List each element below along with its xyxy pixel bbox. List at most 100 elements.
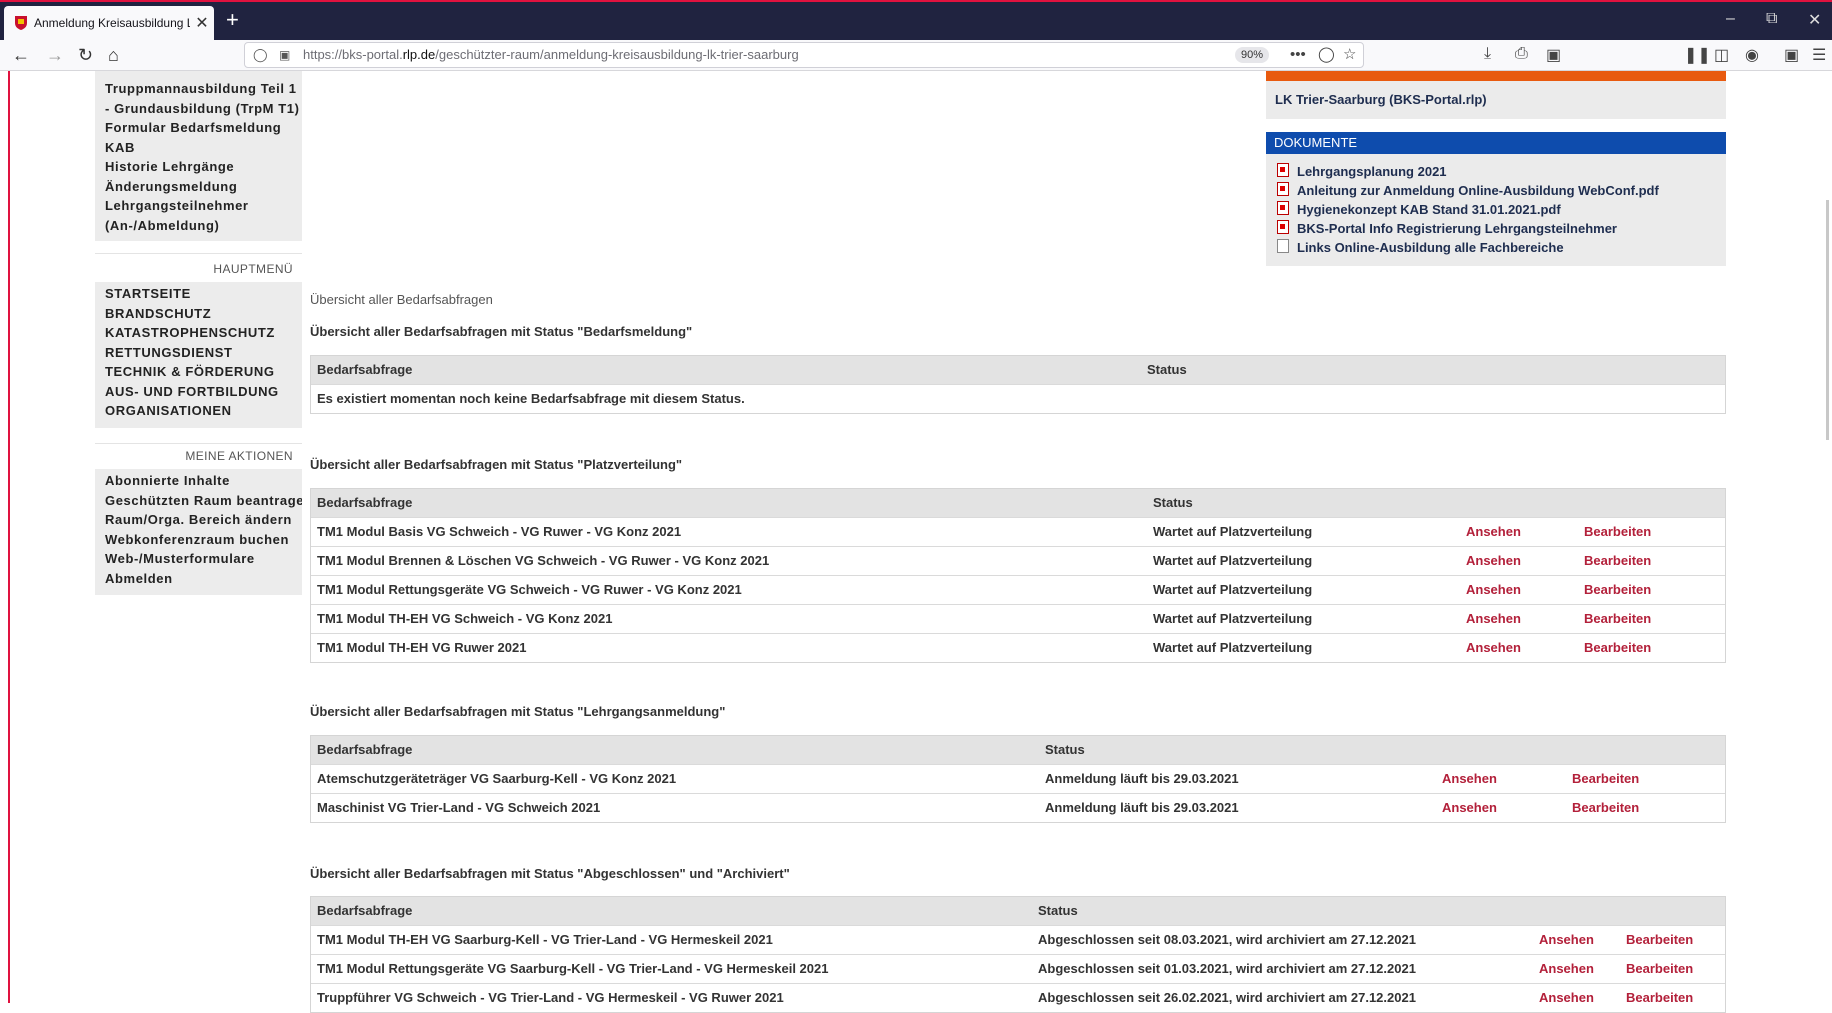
divider [95, 443, 302, 444]
empty-message: Es existiert momentan noch keine Bedarfs… [317, 391, 745, 406]
sidebar-item-aenderung[interactable]: Änderungsmeldung [95, 177, 302, 197]
table-abgeschlossen: Bedarfsabfrage Status TM1 Modul TH-EH VG… [310, 896, 1726, 1013]
page-title: Übersicht aller Bedarfsabfragen [310, 292, 493, 307]
table-bedarfsmeldung: Bedarfsabfrage Status Es existiert momen… [310, 355, 1726, 414]
pdf-icon [1277, 182, 1289, 196]
action-musterformulare[interactable]: Web-/Musterformulare [95, 549, 302, 569]
home-icon[interactable]: ⌂ [108, 44, 119, 66]
star-icon[interactable]: ☆ [1343, 43, 1356, 67]
sidebar-item-truppmann[interactable]: Truppmannausbildung Teil 1 [95, 79, 302, 99]
edit-link[interactable]: Bearbeiten [1572, 794, 1639, 822]
row-name: Atemschutzgeräteträger VG Saarburg-Kell … [317, 771, 677, 786]
url-text[interactable]: https://bks-portal.rlp.de/geschützter-ra… [303, 43, 799, 67]
menu-item-brandschutz[interactable]: BRANDSCHUTZ [95, 304, 302, 324]
menu-item-technik[interactable]: TECHNIK & FÖRDERUNG [95, 362, 302, 382]
sidebar-item-anmeldung[interactable]: (An-/Abmeldung) [95, 216, 302, 236]
sidebar-item-truppmann-cont[interactable]: - Grundausbildung (TrpM T1) [95, 99, 302, 119]
table-platzverteilung: Bedarfsabfrage Status TM1 Modul Basis VG… [310, 488, 1726, 663]
library-icon[interactable]: ❚❚ [1684, 45, 1711, 65]
edit-link[interactable]: Bearbeiten [1572, 765, 1639, 793]
window-border [8, 71, 10, 1003]
document-link[interactable]: Links Online-Ausbildung alle Fachbereich… [1277, 239, 1564, 255]
pocket-icon[interactable]: ◯ [1318, 43, 1335, 67]
navigation-bar: ← → ↻ ⌂ ◯ ▣ https://bks-portal.rlp.de/ge… [0, 40, 1832, 71]
edit-link[interactable]: Bearbeiten [1584, 605, 1651, 633]
aktionen-menu: Abonnierte Inhalte Geschützten Raum bean… [95, 469, 302, 595]
row-name: TM1 Modul TH-EH VG Saarburg-Kell - VG Tr… [317, 932, 773, 947]
forward-icon[interactable]: → [46, 44, 64, 66]
edit-link[interactable]: Bearbeiten [1584, 518, 1651, 546]
action-abonnierte-inhalte[interactable]: Abonnierte Inhalte [95, 471, 302, 491]
row-name: TM1 Modul TH-EH VG Ruwer 2021 [317, 640, 527, 655]
sidebar-item-formular-cont[interactable]: KAB [95, 138, 302, 158]
view-link[interactable]: Ansehen [1466, 605, 1521, 633]
row-status: Abgeschlossen seit 08.03.2021, wird arch… [1038, 932, 1416, 947]
menu-item-startseite[interactable]: STARTSEITE [95, 284, 302, 304]
view-link[interactable]: Ansehen [1539, 955, 1594, 983]
sidebar-item-teilnehmer[interactable]: Lehrgangsteilnehmer [95, 196, 302, 216]
view-link[interactable]: Ansehen [1466, 547, 1521, 575]
shield-icon[interactable]: ◯ [253, 43, 268, 67]
extensions-icon[interactable]: ▣ [1784, 45, 1799, 65]
action-webkonferenz[interactable]: Webkonferenzraum buchen [95, 530, 302, 550]
new-tab-icon[interactable]: + [226, 8, 239, 32]
close-window-icon[interactable]: ✕ [1808, 10, 1821, 30]
col-bedarfsabfrage: Bedarfsabfrage [317, 495, 413, 510]
document-link[interactable]: Hygienekonzept KAB Stand 31.01.2021.pdf [1277, 201, 1561, 217]
action-raum-beantragen[interactable]: Geschützten Raum beantragen [95, 491, 302, 511]
aktionen-heading: MEINE AKTIONEN [185, 449, 293, 463]
scrollbar[interactable] [1826, 200, 1829, 440]
edit-link[interactable]: Bearbeiten [1584, 634, 1651, 662]
view-link[interactable]: Ansehen [1466, 518, 1521, 546]
action-bereich-aendern[interactable]: Raum/Orga. Bereich ändern [95, 510, 302, 530]
tab-close-icon[interactable]: ✕ [190, 13, 214, 33]
account-icon[interactable]: ◉ [1745, 45, 1759, 65]
minimize-icon[interactable]: – [1726, 10, 1735, 28]
col-status: Status [1153, 495, 1193, 510]
sidebar-item-formular[interactable]: Formular Bedarfsmeldung [95, 118, 302, 138]
url-bar[interactable]: ◯ ▣ https://bks-portal.rlp.de/geschützte… [244, 42, 1364, 68]
row-status: Abgeschlossen seit 01.03.2021, wird arch… [1038, 961, 1416, 976]
document-link[interactable]: Lehrgangsplanung 2021 [1277, 163, 1447, 179]
action-abmelden[interactable]: Abmelden [95, 569, 302, 589]
edit-link[interactable]: Bearbeiten [1584, 547, 1651, 575]
menu-item-ausbildung[interactable]: AUS- UND FORTBILDUNG [95, 382, 302, 402]
document-link[interactable]: Anleitung zur Anmeldung Online-Ausbildun… [1277, 182, 1659, 198]
pdf-icon [1277, 163, 1289, 177]
view-link[interactable]: Ansehen [1466, 576, 1521, 604]
zoom-level[interactable]: 90% [1235, 47, 1270, 63]
tab-bar: Anmeldung Kreisausbildung LK ✕ + – ⧉ ✕ [0, 0, 1832, 40]
view-link[interactable]: Ansehen [1539, 984, 1594, 1012]
table-header: Bedarfsabfrage Status [311, 489, 1725, 517]
view-link[interactable]: Ansehen [1539, 926, 1594, 954]
view-link[interactable]: Ansehen [1442, 794, 1497, 822]
sidebar-item-historie[interactable]: Historie Lehrgänge [95, 157, 302, 177]
edit-link[interactable]: Bearbeiten [1626, 955, 1693, 983]
col-bedarfsabfrage: Bedarfsabfrage [317, 742, 413, 757]
downloads-icon[interactable]: ⤓ [1484, 45, 1491, 63]
section-title-bedarfsmeldung: Übersicht aller Bedarfsabfragen mit Stat… [310, 324, 693, 339]
menu-item-organisationen[interactable]: ORGANISATIONEN [95, 401, 302, 421]
table-row: Truppführer VG Schweich - VG Trier-Land … [311, 983, 1725, 1012]
sidebar-icon[interactable]: ◫ [1714, 45, 1729, 65]
row-status: Wartet auf Platzverteilung [1153, 582, 1313, 597]
view-link[interactable]: Ansehen [1466, 634, 1521, 662]
restore-icon[interactable]: ⧉ [1766, 10, 1777, 28]
edit-link[interactable]: Bearbeiten [1626, 984, 1693, 1012]
screenshot-icon[interactable]: ▣ [1546, 45, 1561, 65]
print-icon[interactable]: ⎙ [1515, 45, 1528, 63]
reload-icon[interactable]: ↻ [78, 44, 93, 66]
view-link[interactable]: Ansehen [1442, 765, 1497, 793]
edit-link[interactable]: Bearbeiten [1626, 926, 1693, 954]
row-name: TM1 Modul Brennen & Löschen VG Schweich … [317, 553, 770, 568]
document-link[interactable]: BKS-Portal Info Registrierung Lehrgangst… [1277, 220, 1617, 236]
link-lk-trier-saarburg[interactable]: LK Trier-Saarburg (BKS-Portal.rlp) [1275, 92, 1487, 107]
edit-link[interactable]: Bearbeiten [1584, 576, 1651, 604]
more-icon[interactable]: ••• [1290, 43, 1306, 67]
back-icon[interactable]: ← [12, 44, 30, 66]
menu-item-katastrophenschutz[interactable]: KATASTROPHENSCHUTZ [95, 323, 302, 343]
menu-icon[interactable]: ☰ [1812, 45, 1826, 65]
tab-active[interactable]: Anmeldung Kreisausbildung LK ✕ [4, 6, 214, 40]
lock-icon[interactable]: ▣ [279, 43, 290, 67]
menu-item-rettungsdienst[interactable]: RETTUNGSDIENST [95, 343, 302, 363]
